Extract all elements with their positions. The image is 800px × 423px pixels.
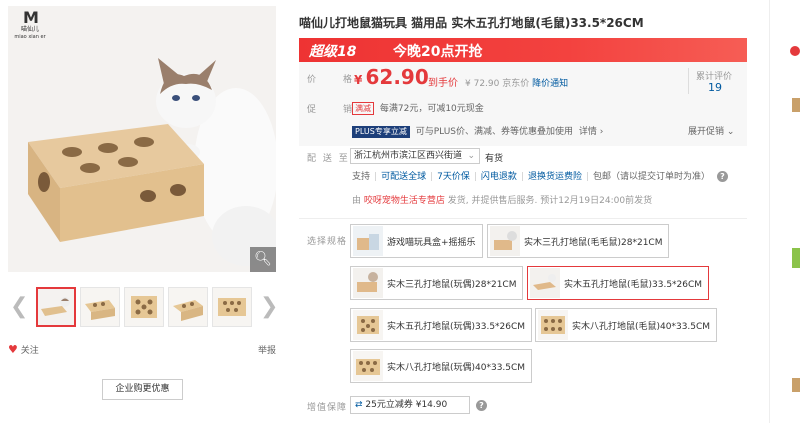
report-link[interactable]: 举报 <box>258 343 276 356</box>
stock-status: 有货 <box>485 154 504 164</box>
value-service-option[interactable]: ⇄ 25元立减券 ¥14.90 <box>350 396 470 414</box>
service-row: 支持 | 可配送全球 | 7天价保 | 闪电退款 | 退换货运费险 | 包邮（请以提交订单时为准） … <box>352 169 728 182</box>
refresh-icon: ⇄ <box>355 400 363 410</box>
side-thumb[interactable] <box>792 98 800 112</box>
thumbnail-5[interactable] <box>212 287 252 327</box>
plus-tag: PLUS专享立减 <box>352 126 410 138</box>
service-fast-refund[interactable]: 闪电退款 <box>481 172 517 182</box>
shipper-prefix: 由 <box>352 196 362 206</box>
service-support: 支持 <box>352 172 371 182</box>
service-free-shipping: 包邮（请以提交订单时为准） <box>593 172 711 182</box>
price-value: 62.90 <box>365 65 429 89</box>
jd-price: ¥ 72.90 京东价 降价通知 <box>465 76 568 89</box>
spec-option-6[interactable]: 实木八孔打地鼠(玩偶)40*33.5CM <box>350 349 533 383</box>
paid-price-label: 到手价 <box>428 78 458 89</box>
help-icon[interactable]: ? <box>716 171 728 182</box>
spec-option-4[interactable]: 实木五孔打地鼠(玩偶)33.5*26CM <box>350 308 533 342</box>
spec-option-2[interactable]: 实木三孔打地鼠(玩偶)28*21CM <box>350 266 524 300</box>
spec-thumb <box>353 268 383 298</box>
spec-thumb <box>538 310 568 340</box>
separator: | <box>430 172 434 182</box>
thumbnail-4[interactable] <box>168 287 208 327</box>
promo-banner-tag: 超级18 <box>309 44 357 60</box>
logo-mark: M <box>23 8 39 27</box>
spec-option-label: 实木三孔打地鼠(毛毛鼠)28*21CM <box>524 237 663 248</box>
chevron-down-icon: ⌄ <box>467 151 475 161</box>
side-badge <box>790 46 800 56</box>
spec-option-label: 实木八孔打地鼠(玩偶)40*33.5CM <box>387 362 526 373</box>
service-price-protect[interactable]: 7天价保 <box>437 172 470 182</box>
promo-text: 每满72元，可减10元现金 <box>379 104 484 114</box>
promo-tag: 满减 <box>352 102 374 115</box>
price-label: 价 格 <box>307 75 362 85</box>
spec-option-5[interactable]: 实木八孔打地鼠(毛鼠)40*33.5CM <box>535 308 718 342</box>
logo-cn-text: 喵仙儿 <box>20 26 39 33</box>
separator: | <box>473 172 477 182</box>
value-service-text: 25元立减券 ¥14.90 <box>365 400 448 410</box>
spec-option-label: 实木五孔打地鼠(玩偶)33.5*26CM <box>387 321 526 332</box>
help-icon[interactable]: ? <box>476 400 487 411</box>
spec-option-label: 实木八孔打地鼠(毛鼠)40*33.5CM <box>572 321 711 332</box>
expand-promo-button[interactable]: 展开促销 ⌄ <box>688 124 734 137</box>
chevron-down-icon: ⌄ <box>726 127 735 137</box>
promo-banner: 超级18 今晚20点开抢 <box>299 38 747 62</box>
logo-en-text: miao xian er <box>14 34 46 40</box>
heart-icon: ♥ <box>8 343 18 356</box>
follow-label: 关注 <box>20 346 39 356</box>
plus-text: 可与PLUS价、满减、券等优惠叠加使用 <box>415 127 573 137</box>
divider <box>688 68 689 94</box>
price-notice-link[interactable]: 降价通知 <box>532 79 568 89</box>
promo-banner-text: 今晚20点开抢 <box>393 44 483 60</box>
spec-option-label: 实木五孔打地鼠(毛鼠)33.5*26CM <box>564 279 703 290</box>
currency-symbol: ¥ <box>354 73 363 87</box>
spec-option-label: 实木三孔打地鼠(玩偶)28*21CM <box>387 279 517 290</box>
spec-option-3[interactable]: 实木五孔打地鼠(毛鼠)33.5*26CM <box>527 266 710 300</box>
side-thumb[interactable] <box>792 378 800 392</box>
enterprise-purchase-button[interactable]: 企业购更优惠 <box>102 379 183 400</box>
ship-text: 发货, 并提供售后服务. 预计12月19日24:00前发货 <box>447 196 653 206</box>
brand-logo: M 喵仙儿 miao xian er <box>10 10 50 48</box>
plus-row: PLUS专享立减 可与PLUS价、满减、券等优惠叠加使用 详情 › <box>352 124 603 138</box>
shipper-row: 由 咬呀宠物生活专营店 发货, 并提供售后服务. 预计12月19日24:00前发… <box>352 193 652 206</box>
thumbnail-1[interactable] <box>36 287 76 327</box>
shipper-store-link[interactable]: 咬呀宠物生活专营店 <box>364 196 445 206</box>
separator: | <box>520 172 524 182</box>
side-thumb[interactable] <box>792 248 800 268</box>
follow-button[interactable]: ♥ 关注 <box>8 343 39 356</box>
separator: | <box>585 172 590 182</box>
review-count[interactable]: 19 <box>708 81 722 94</box>
spec-label: 选择规格 <box>307 237 348 247</box>
section-divider <box>299 218 747 219</box>
spec-thumb <box>530 268 560 298</box>
plus-more-link[interactable]: 详情 › <box>579 127 603 137</box>
spec-thumb <box>353 351 383 381</box>
service-return-insurance[interactable]: 退换货运费险 <box>528 172 582 182</box>
spec-option-1[interactable]: 实木三孔打地鼠(毛毛鼠)28*21CM <box>487 224 670 258</box>
jd-price-label: 京东价 <box>502 79 530 89</box>
spec-thumb <box>353 226 383 256</box>
thumbnail-2[interactable] <box>80 287 120 327</box>
jd-price-value: ¥ 72.90 <box>465 79 500 89</box>
address-selector[interactable]: 浙江杭州市滨江区西兴街道 ⌄ <box>350 148 480 164</box>
spec-thumb <box>490 226 520 256</box>
product-title: 喵仙儿打地鼠猫玩具 猫用品 实木五孔打地鼠(毛鼠)33.5*26CM <box>299 16 644 30</box>
value-service-label: 增值保障 <box>307 403 348 413</box>
side-divider <box>769 0 770 423</box>
prev-arrow-icon[interactable]: ❮ <box>10 294 28 319</box>
price: ¥ 62.90 <box>354 65 429 89</box>
delivery-label: 配 送 至 <box>307 154 350 164</box>
next-arrow-icon[interactable]: ❯ <box>260 294 278 319</box>
address-text: 浙江杭州市滨江区西兴街道 <box>354 151 463 161</box>
spec-option-label: 游戏喵玩具盒+摇摇乐 <box>387 237 476 248</box>
expand-promo-label: 展开促销 <box>688 127 725 137</box>
service-global[interactable]: 可配送全球 <box>381 172 426 182</box>
spec-option-0[interactable]: 游戏喵玩具盒+摇摇乐 <box>350 224 483 258</box>
thumbnail-3[interactable] <box>124 287 164 327</box>
promo-row: 满减 每满72元，可减10元现金 <box>352 101 484 115</box>
zoom-icon[interactable]: 🔍︎ <box>250 247 276 272</box>
spec-thumb <box>353 310 383 340</box>
separator: | <box>374 172 378 182</box>
